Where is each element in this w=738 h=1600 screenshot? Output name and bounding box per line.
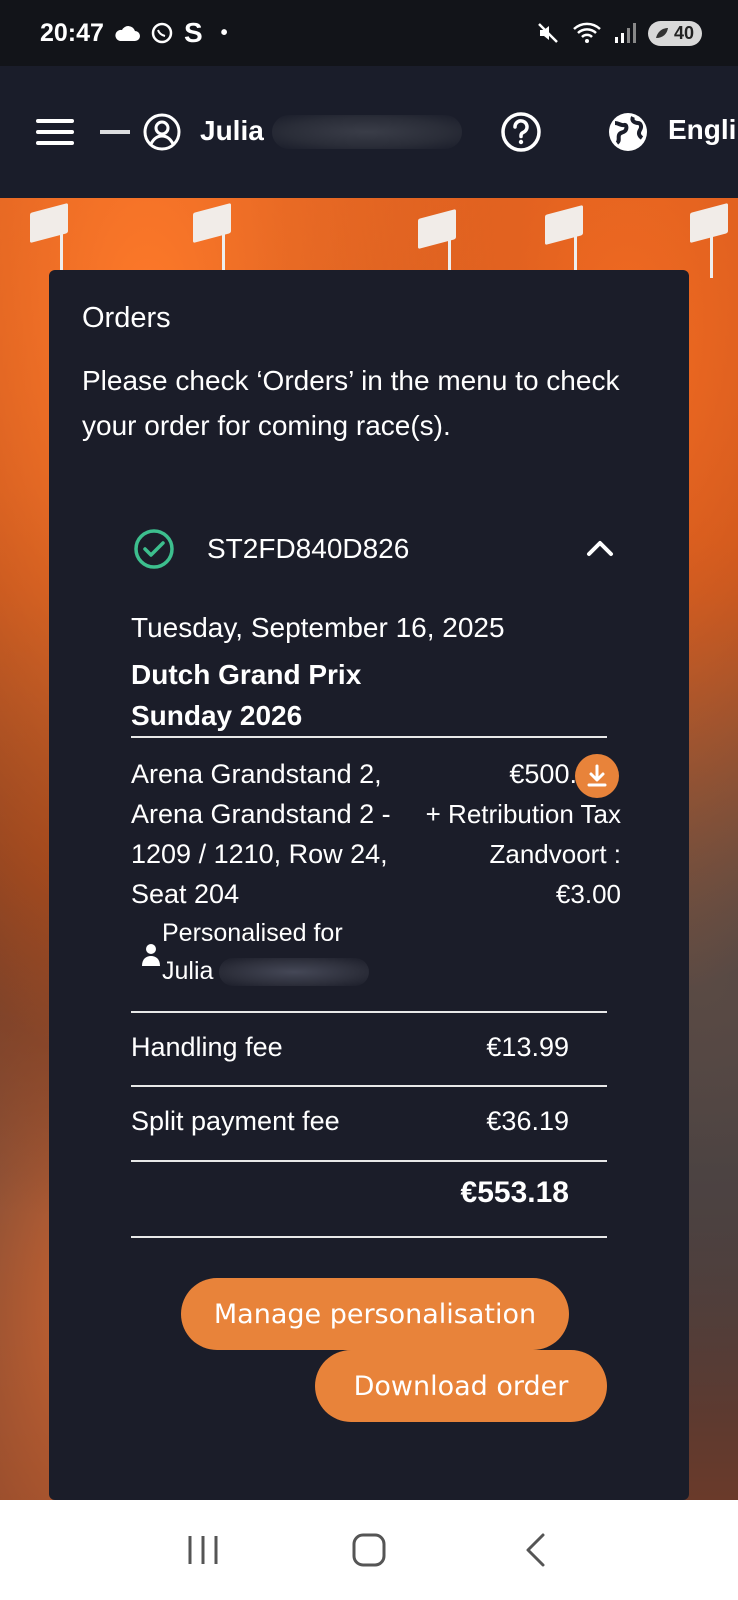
orders-intro-text: Please check ‘Orders’ in the menu to che… (82, 365, 620, 441)
event-name: Dutch Grand Prix Sunday 2026 (131, 654, 551, 736)
s-app-icon: S (183, 17, 203, 48)
divider (131, 1011, 607, 1013)
retribution-tax-label: + Retribution Tax Zandvoort : (425, 799, 621, 869)
wifi-icon (573, 22, 601, 43)
recents-button[interactable] (173, 1525, 233, 1575)
divider (131, 736, 607, 738)
system-nav-bar (0, 1500, 738, 1600)
back-icon (526, 1533, 545, 1567)
globe-icon[interactable] (607, 111, 649, 153)
divider (131, 1160, 607, 1162)
menu-icon[interactable] (36, 119, 74, 145)
order-header[interactable]: ST2FD840D826 (133, 526, 613, 572)
handling-fee-value: €13.99 (486, 1032, 569, 1062)
handling-fee-row: Handling fee €13.99 (131, 1032, 607, 1063)
order-id: ST2FD840D826 (207, 533, 410, 564)
mute-icon (538, 23, 558, 43)
status-time: 20:47 (40, 18, 104, 47)
ticket-description: Arena Grandstand 2, Arena Grandstand 2 -… (131, 759, 391, 909)
user-name-text: Julia (200, 114, 264, 146)
home-icon (352, 1533, 386, 1567)
divider (131, 1236, 607, 1238)
order-date: Tuesday, September 16, 2025 (131, 612, 505, 643)
status-left: 20:47 S • (40, 17, 228, 49)
download-icon (587, 764, 607, 787)
split-payment-fee-row: Split payment fee €36.19 (131, 1106, 607, 1137)
personalised-text: Personalised for Julia (162, 914, 370, 990)
chevron-up-icon[interactable] (585, 536, 615, 558)
battery-indicator: 40 (647, 20, 702, 46)
help-icon[interactable] (500, 111, 542, 153)
battery-saver-icon (655, 28, 668, 38)
user-name[interactable]: Julia (200, 115, 462, 150)
user-icon[interactable] (142, 112, 182, 152)
dot-icon: • (220, 21, 228, 44)
personalised-for: Personalised for Julia (140, 914, 430, 990)
download-order-button[interactable]: Download order (315, 1350, 607, 1422)
home-button[interactable] (339, 1525, 399, 1575)
personalised-name: Julia (162, 957, 214, 985)
battery-level: 40 (673, 22, 694, 43)
person-icon (142, 944, 160, 966)
event-name-line1: Dutch Grand Prix (131, 659, 362, 690)
orders-card: Orders Please check ‘Orders’ in the menu… (49, 270, 689, 1500)
manage-personalisation-button[interactable]: Manage personalisation (181, 1278, 569, 1350)
top-header: Julia Engli (0, 66, 738, 198)
cloud-icon (115, 26, 140, 41)
split-fee-value: €36.19 (486, 1106, 569, 1136)
status-right: 40 (536, 20, 702, 46)
redacted-surname (271, 115, 462, 150)
recents-icon (188, 1536, 218, 1564)
order-total: €553.18 (460, 1176, 569, 1209)
back-button[interactable] (505, 1525, 565, 1575)
whatsapp-icon (151, 22, 173, 44)
status-bar: 20:47 S • 40 (0, 0, 738, 66)
personalised-label: Personalised for (162, 919, 343, 947)
divider (131, 1085, 607, 1087)
event-name-line2: Sunday 2026 (131, 700, 303, 731)
retribution-tax-value: €3.00 (555, 879, 621, 909)
orders-title: Orders (82, 302, 171, 334)
language-selector[interactable]: Engli (668, 114, 736, 146)
ticket-download-button[interactable] (575, 754, 619, 798)
check-circle-icon (134, 529, 174, 569)
personalised-name-row: Julia (162, 952, 370, 990)
split-fee-label: Split payment fee (131, 1106, 340, 1136)
brand-logo (100, 130, 130, 134)
handling-fee-label: Handling fee (131, 1032, 283, 1062)
signal-icon (614, 23, 636, 43)
redacted-surname (219, 958, 370, 987)
